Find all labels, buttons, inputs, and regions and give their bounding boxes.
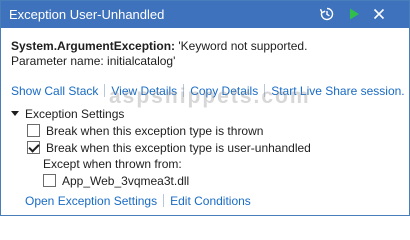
link-separator bbox=[104, 84, 106, 97]
link-separator bbox=[163, 194, 165, 207]
open-exception-settings-link[interactable]: Open Exception Settings bbox=[25, 194, 157, 208]
title-bar: Exception User-Unhandled bbox=[1, 1, 409, 28]
continue-play-icon[interactable] bbox=[346, 6, 362, 22]
module-label: App_Web_3vqmea3t.dll bbox=[62, 174, 190, 188]
exception-message: System.ArgumentException: 'Keyword not s… bbox=[11, 39, 307, 54]
except-when-thrown-label: Except when thrown from: bbox=[43, 157, 182, 171]
break-user-unhandled-label: Break when this exception type is user-u… bbox=[46, 141, 311, 155]
collapse-caret-icon[interactable] bbox=[11, 111, 19, 116]
link-separator bbox=[264, 84, 266, 97]
exception-settings-header[interactable]: Exception Settings bbox=[11, 107, 124, 122]
dialog-title: Exception User-Unhandled bbox=[9, 7, 165, 22]
exception-type: System.ArgumentException: bbox=[11, 39, 176, 53]
exception-dialog: Exception User-Unhandled System.Argument… bbox=[0, 0, 410, 216]
break-thrown-option[interactable]: Break when this exception type is thrown bbox=[27, 124, 263, 139]
module-checkbox[interactable] bbox=[43, 174, 56, 187]
exception-parameter: Parameter name: initialcatalog' bbox=[11, 54, 176, 68]
edit-conditions-link[interactable]: Edit Conditions bbox=[170, 194, 251, 208]
break-thrown-checkbox[interactable] bbox=[27, 124, 40, 137]
break-user-unhandled-checkbox[interactable] bbox=[27, 141, 40, 154]
live-share-link[interactable]: Start Live Share session. bbox=[271, 84, 404, 98]
link-separator bbox=[183, 84, 185, 97]
break-thrown-label: Break when this exception type is thrown bbox=[46, 124, 264, 138]
close-icon[interactable] bbox=[371, 6, 387, 22]
history-icon[interactable] bbox=[319, 6, 335, 22]
action-links: Show Call Stack View Details Copy Details S… bbox=[11, 84, 405, 100]
copy-details-link[interactable]: Copy Details bbox=[190, 84, 258, 98]
exception-text: 'Keyword not supported. bbox=[175, 39, 308, 53]
show-call-stack-link[interactable]: Show Call Stack bbox=[11, 84, 98, 98]
module-option[interactable]: App_Web_3vqmea3t.dll bbox=[43, 174, 189, 189]
break-user-unhandled-option[interactable]: Break when this exception type is user-u… bbox=[27, 141, 311, 156]
view-details-link[interactable]: View Details bbox=[111, 84, 177, 98]
bottom-links: Open Exception Settings Edit Conditions bbox=[25, 194, 251, 209]
exception-settings-heading: Exception Settings bbox=[25, 107, 125, 121]
